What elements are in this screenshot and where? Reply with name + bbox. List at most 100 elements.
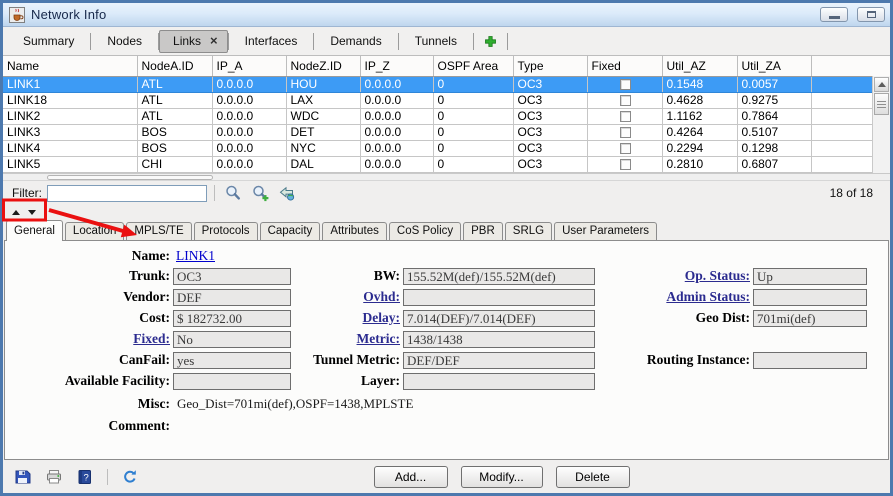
metric-field[interactable]: 1438/1438	[403, 331, 595, 348]
table-header-row: NameNodeA.IDIP_ANodeZ.IDIP_ZOSPF AreaTyp…	[3, 56, 890, 76]
detail-tab-general[interactable]: General	[6, 220, 63, 241]
cell-text: 0.0.0.0	[365, 157, 402, 171]
fixed-checkbox[interactable]	[620, 95, 631, 106]
vertical-scrollbar-thumb[interactable]	[874, 93, 889, 115]
tab-links[interactable]: Links ×	[159, 30, 228, 53]
link-detail-form: Name: LINK1 Trunk: OC3 BW: 155.52M(def)/…	[5, 248, 888, 390]
routing-instance-field[interactable]	[753, 352, 867, 369]
add-tab-button[interactable]	[474, 32, 507, 51]
name-link[interactable]: LINK1	[173, 248, 291, 264]
tab-tunnels[interactable]: Tunnels	[399, 29, 473, 53]
cell-text: LINK1	[7, 77, 40, 91]
close-tab-icon[interactable]: ×	[210, 36, 218, 46]
table-row-link5[interactable]: LINK5CHI0.0.0.0DAL0.0.0.00OC30.28100.680…	[3, 156, 890, 172]
field-label-metric[interactable]: Metric:	[291, 331, 403, 347]
minimize-button[interactable]	[820, 7, 848, 22]
field-label-ovhd[interactable]: Ovhd:	[291, 289, 403, 305]
table-row-link4[interactable]: LINK4BOS0.0.0.0NYC0.0.0.00OC30.22940.129…	[3, 140, 890, 156]
cost-field[interactable]: $ 182732.00	[173, 310, 291, 327]
column-header-util-za[interactable]: Util_ZA	[737, 56, 811, 76]
horizontal-scrollbar-thumb[interactable]	[47, 175, 213, 180]
field-label-fixed[interactable]: Fixed:	[5, 331, 173, 347]
detail-tab-location[interactable]: Location	[65, 222, 124, 240]
maximize-button[interactable]	[857, 7, 885, 22]
detail-tab-cos-policy[interactable]: CoS Policy	[389, 222, 461, 240]
layer-field[interactable]	[403, 373, 595, 390]
column-header-type[interactable]: Type	[513, 56, 587, 76]
cell-text: 0.1298	[742, 141, 779, 155]
network-info-window: Network Info SummaryNodes Links × Interface…	[0, 0, 893, 496]
field-label-admin-status[interactable]: Admin Status:	[595, 289, 753, 305]
column-header-name[interactable]: Name	[3, 56, 137, 76]
field-label-delay[interactable]: Delay:	[291, 310, 403, 326]
cell: OC3	[513, 156, 587, 172]
collapse-up-icon[interactable]	[12, 210, 20, 215]
bw-field[interactable]: 155.52M(def)/155.52M(def)	[403, 268, 595, 285]
column-header-ip-a[interactable]: IP_A	[212, 56, 286, 76]
filter-input[interactable]	[47, 185, 207, 202]
vendor-field[interactable]: DEF	[173, 289, 291, 306]
column-header-ospf-area[interactable]: OSPF Area	[433, 56, 513, 76]
column-header-nodea-id[interactable]: NodeA.ID	[137, 56, 212, 76]
ovhd-field[interactable]	[403, 289, 595, 306]
collapse-down-icon[interactable]	[28, 210, 36, 215]
fixed-checkbox[interactable]	[620, 79, 631, 90]
delete-button[interactable]: Delete	[556, 466, 630, 488]
table-row-link18[interactable]: LINK18ATL0.0.0.0LAX0.0.0.00OC30.46280.92…	[3, 92, 890, 108]
cell-text: LINK18	[7, 93, 47, 107]
trunk-field[interactable]: OC3	[173, 268, 291, 285]
search-button[interactable]	[222, 183, 244, 203]
op-status-field[interactable]: Up	[753, 268, 867, 285]
fixed-checkbox[interactable]	[620, 111, 631, 122]
detail-tab-protocols[interactable]: Protocols	[194, 222, 258, 240]
detail-tab-srlg[interactable]: SRLG	[505, 222, 552, 240]
fixed-checkbox[interactable]	[620, 127, 631, 138]
cell: OC3	[513, 76, 587, 92]
canfail-field[interactable]: yes	[173, 352, 291, 369]
fixed-field[interactable]: No	[173, 331, 291, 348]
horizontal-scrollbar[interactable]	[3, 174, 890, 181]
cell: OC3	[513, 108, 587, 124]
detail-tab-user-parameters[interactable]: User Parameters	[554, 222, 657, 240]
column-header-nodez-id[interactable]: NodeZ.ID	[286, 56, 360, 76]
cell: 0.0.0.0	[360, 156, 433, 172]
tab-interfaces[interactable]: Interfaces	[229, 29, 314, 53]
bottom-bar: ? Add... Modify... Delete	[3, 460, 890, 493]
detail-tab-capacity[interactable]: Capacity	[260, 222, 321, 240]
tab-demands[interactable]: Demands	[314, 29, 397, 53]
vertical-scrollbar[interactable]	[872, 76, 890, 173]
delay-field[interactable]: 7.014(DEF)/7.014(DEF)	[403, 310, 595, 327]
detail-tab-pbr[interactable]: PBR	[463, 222, 503, 240]
field-label-op-status[interactable]: Op. Status:	[595, 268, 753, 284]
cell: 0.0.0.0	[360, 76, 433, 92]
detail-tab-mpls-te[interactable]: MPLS/TE	[126, 222, 191, 240]
tunnel-metric-field[interactable]: DEF/DEF	[403, 352, 595, 369]
cell-text: 0	[438, 125, 445, 139]
cell-text: 0.0.0.0	[217, 125, 254, 139]
cell: 1.1162	[662, 108, 737, 124]
table-row-link3[interactable]: LINK3BOS0.0.0.0DET0.0.0.00OC30.42640.510…	[3, 124, 890, 140]
tab-summary[interactable]: Summary	[7, 29, 90, 53]
cell-text: 0.6807	[742, 157, 779, 171]
window-title: Network Info	[31, 7, 106, 22]
detail-tab-attributes[interactable]: Attributes	[322, 222, 387, 240]
table-row-link1[interactable]: LINK1ATL0.0.0.0HOU0.0.0.00OC30.15480.005…	[3, 76, 890, 92]
column-header-ip-z[interactable]: IP_Z	[360, 56, 433, 76]
column-header-util-az[interactable]: Util_AZ	[662, 56, 737, 76]
table-row-link2[interactable]: LINK2ATL0.0.0.0WDC0.0.0.00OC31.11620.786…	[3, 108, 890, 124]
column-header-fixed[interactable]: Fixed	[587, 56, 662, 76]
cell-text: ATL	[142, 77, 163, 91]
admin-status-field[interactable]	[753, 289, 867, 306]
tab-nodes[interactable]: Nodes	[91, 29, 158, 53]
modify-button[interactable]: Modify...	[461, 466, 543, 488]
search-add-button[interactable]	[249, 183, 271, 203]
tab-label: Links	[173, 34, 201, 48]
scroll-up-button[interactable]	[874, 77, 889, 92]
available-facility-field[interactable]	[173, 373, 291, 390]
misc-value: Geo_Dist=701mi(def),OSPF=1438,MPLSTE	[173, 396, 888, 412]
geo-dist-field[interactable]: 701mi(def)	[753, 310, 867, 327]
fixed-checkbox[interactable]	[620, 143, 631, 154]
fixed-checkbox[interactable]	[620, 159, 631, 170]
reset-filter-button[interactable]	[276, 183, 298, 203]
add-button[interactable]: Add...	[374, 466, 448, 488]
